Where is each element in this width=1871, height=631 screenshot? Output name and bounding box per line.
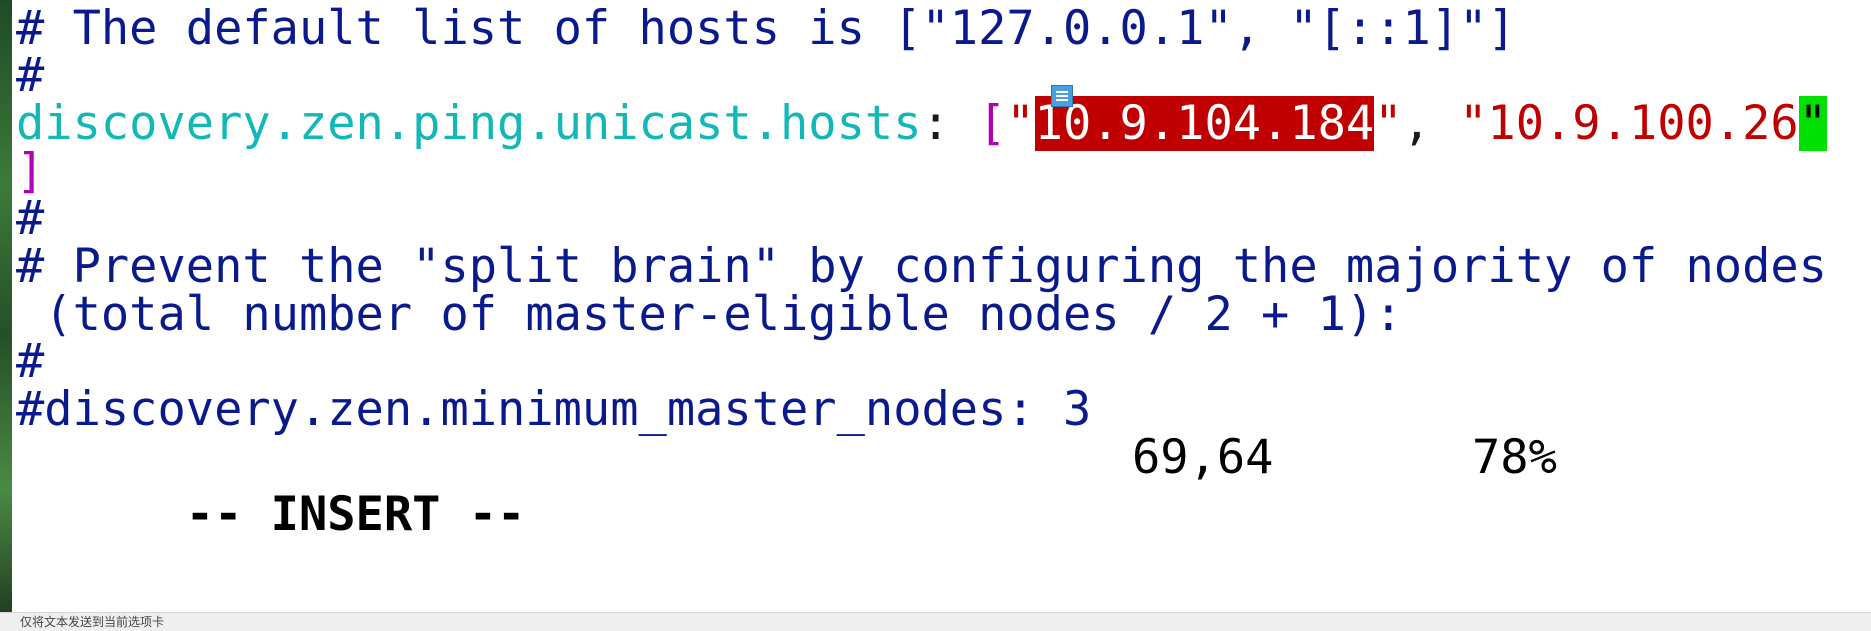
editor-line-7: (total number of master-eligible nodes /… <box>16 287 1403 342</box>
vim-statusline: -- INSERT -- 69,64 78% <box>16 429 1871 542</box>
highlighted-ip-selection[interactable]: 10.9.104.184 <box>1034 96 1375 151</box>
config-colon: : <box>921 96 979 151</box>
second-ip-string: "10.9.100.26 <box>1459 96 1799 151</box>
vim-editor[interactable]: # The default list of hosts is ["127.0.0… <box>16 0 1871 612</box>
config-bracket-open: [ <box>978 96 1007 151</box>
cursor-position: 69,64 <box>1132 430 1274 485</box>
send-text-status-bar: 仅将文本发送到当前选项卡 <box>0 612 1871 631</box>
note-icon[interactable] <box>1051 85 1073 107</box>
string-quote-close: " <box>1374 96 1403 151</box>
file-percent: 78% <box>1472 430 1557 485</box>
editor-line-1: # The default list of hosts is ["127.0.0… <box>16 1 1516 56</box>
terminal-window: # The default list of hosts is ["127.0.0… <box>0 0 1871 631</box>
window-edge <box>1865 0 1871 612</box>
mode-indicator: -- INSERT -- <box>185 487 526 542</box>
text-cursor[interactable]: " <box>1798 96 1827 151</box>
config-key: discovery.zen.ping.unicast.hosts <box>16 96 922 151</box>
string-quote-open: " <box>1006 96 1035 151</box>
desktop-background-strip <box>0 0 12 612</box>
list-separator: , <box>1402 96 1460 151</box>
editor-line-3: discovery.zen.ping.unicast.hosts: ["10.9… <box>16 95 1827 152</box>
